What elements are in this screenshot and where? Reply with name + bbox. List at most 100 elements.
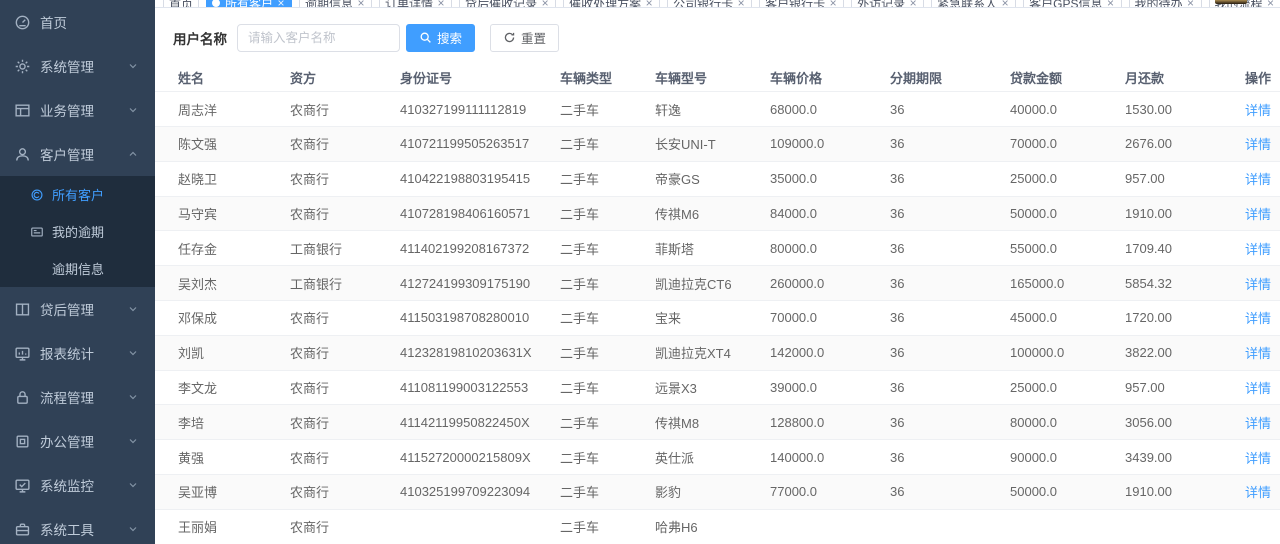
tab-close-icon[interactable]: × bbox=[736, 0, 746, 8]
tab-label: 外访记录 bbox=[857, 0, 905, 8]
cell-loan: 55000.0 bbox=[987, 231, 1102, 266]
cell-loan: 25000.0 bbox=[987, 161, 1102, 196]
cell-price: 35000.0 bbox=[747, 161, 867, 196]
cell-id_no: 411402199208167372 bbox=[377, 231, 537, 266]
avatar[interactable] bbox=[1215, 0, 1247, 4]
tab-close-icon[interactable]: × bbox=[1000, 0, 1010, 8]
tab-4[interactable]: 贷后催收记录× bbox=[459, 0, 556, 8]
sidebar-subitem-1[interactable]: 我的逾期 bbox=[0, 213, 155, 250]
cell-term: 36 bbox=[867, 370, 987, 405]
cell-monthly: 957.00 bbox=[1102, 161, 1222, 196]
reset-button[interactable]: 重置 bbox=[490, 24, 559, 52]
cell-veh_type: 二手车 bbox=[537, 370, 632, 405]
cell-monthly: 2676.00 bbox=[1102, 126, 1222, 161]
cell-veh_model: 宝来 bbox=[632, 300, 747, 335]
sidebar-item-7[interactable]: 办公管理 bbox=[0, 419, 155, 463]
cell-price: 84000.0 bbox=[747, 196, 867, 231]
sidebar-item-0[interactable]: 首页 bbox=[0, 0, 155, 44]
detail-link[interactable]: 详情 bbox=[1245, 277, 1271, 292]
cell-monthly: 1720.00 bbox=[1102, 300, 1222, 335]
chevron-down-icon bbox=[127, 435, 139, 447]
cell-name: 李文龙 bbox=[155, 370, 267, 405]
cell-name: 赵晓卫 bbox=[155, 161, 267, 196]
tab-label: 紧急联系人 bbox=[937, 0, 997, 8]
cell-term: 36 bbox=[867, 126, 987, 161]
detail-link[interactable]: 详情 bbox=[1245, 485, 1271, 500]
sidebar-item-1[interactable]: 系统管理 bbox=[0, 44, 155, 88]
sidebar-item-3[interactable]: 客户管理 bbox=[0, 132, 155, 176]
cell-funder: 工商银行 bbox=[267, 266, 377, 301]
cell-veh_model: 传祺M8 bbox=[632, 405, 747, 440]
sidebar-item-4[interactable]: 贷后管理 bbox=[0, 287, 155, 331]
chart-icon bbox=[14, 345, 31, 362]
sidebar-subitem-label: 所有客户 bbox=[52, 185, 104, 204]
tab-close-icon[interactable]: × bbox=[644, 0, 654, 8]
tab-close-icon[interactable]: × bbox=[1186, 0, 1196, 8]
detail-link[interactable]: 详情 bbox=[1245, 346, 1271, 361]
tab-7[interactable]: 客户银行卡× bbox=[759, 0, 844, 8]
detail-link[interactable]: 详情 bbox=[1245, 172, 1271, 187]
sidebar-item-6[interactable]: 流程管理 bbox=[0, 375, 155, 419]
tab-10[interactable]: 客户GPS信息 × bbox=[1023, 0, 1121, 8]
tab-close-icon[interactable]: × bbox=[276, 0, 286, 8]
search-button[interactable]: 搜索 bbox=[406, 24, 475, 52]
tab-close-icon[interactable]: × bbox=[356, 0, 366, 8]
detail-link[interactable]: 详情 bbox=[1245, 103, 1271, 118]
cell-monthly: 3056.00 bbox=[1102, 405, 1222, 440]
cell-id_no: 41142119950822450X bbox=[377, 405, 537, 440]
tab-label: 客户GPS信息 bbox=[1029, 0, 1102, 8]
tab-3[interactable]: 订单详情× bbox=[379, 0, 452, 8]
tab-0[interactable]: 首页 bbox=[163, 0, 199, 8]
sidebar-item-label: 客户管理 bbox=[40, 144, 127, 164]
col-header-1: 资方 bbox=[267, 64, 377, 92]
active-tab-dot bbox=[212, 0, 220, 7]
detail-link[interactable]: 详情 bbox=[1245, 311, 1271, 326]
cell-veh_type: 二手车 bbox=[537, 474, 632, 509]
sidebar-item-2[interactable]: 业务管理 bbox=[0, 88, 155, 132]
tab-close-icon[interactable]: × bbox=[908, 0, 918, 8]
detail-link[interactable]: 详情 bbox=[1245, 137, 1271, 152]
cell-name: 刘凯 bbox=[155, 335, 267, 370]
table-row: 马守宾农商行410728198406160571二手车传祺M684000.036… bbox=[155, 196, 1280, 231]
table-row: 陈文强农商行410721199505263517二手车长安UNI-T109000… bbox=[155, 126, 1280, 161]
cell-action: 详情 bbox=[1222, 370, 1280, 405]
sidebar-item-5[interactable]: 报表统计 bbox=[0, 331, 155, 375]
cell-veh_type: 二手车 bbox=[537, 266, 632, 301]
tab-close-icon[interactable]: × bbox=[540, 0, 550, 8]
cell-monthly: 957.00 bbox=[1102, 370, 1222, 405]
tab-1[interactable]: 所有客户× bbox=[206, 0, 292, 8]
detail-link[interactable]: 详情 bbox=[1245, 416, 1271, 431]
detail-link[interactable]: 详情 bbox=[1245, 451, 1271, 466]
tab-5[interactable]: 催收处理方案× bbox=[563, 0, 660, 8]
sidebar-item-label: 业务管理 bbox=[40, 100, 127, 120]
tab-close-icon[interactable]: × bbox=[828, 0, 838, 8]
sidebar-subitem-0[interactable]: 所有客户 bbox=[0, 176, 155, 213]
cell-action: 详情 bbox=[1222, 335, 1280, 370]
cell-id_no: 411081199003122553 bbox=[377, 370, 537, 405]
tab-11[interactable]: 我的待办× bbox=[1129, 0, 1202, 8]
tab-8[interactable]: 外访记录× bbox=[851, 0, 924, 8]
refresh-icon bbox=[503, 31, 516, 44]
customer-name-input[interactable] bbox=[237, 24, 400, 52]
tab-2[interactable]: 逾期信息× bbox=[299, 0, 372, 8]
cell-monthly: 3439.00 bbox=[1102, 440, 1222, 475]
detail-link[interactable]: 详情 bbox=[1245, 381, 1271, 396]
cell-loan: 70000.0 bbox=[987, 126, 1102, 161]
tab-close-icon[interactable]: × bbox=[1106, 0, 1116, 8]
sidebar-subitem-2[interactable]: 逾期信息 bbox=[0, 250, 155, 287]
tab-6[interactable]: 公司银行卡× bbox=[667, 0, 752, 8]
tab-close-icon[interactable]: × bbox=[1266, 0, 1276, 8]
cell-name: 陈文强 bbox=[155, 126, 267, 161]
detail-link[interactable]: 详情 bbox=[1245, 207, 1271, 222]
cell-id_no: 411503198708280010 bbox=[377, 300, 537, 335]
col-header-8: 月还款 bbox=[1102, 64, 1222, 92]
detail-link[interactable]: 详情 bbox=[1245, 242, 1271, 257]
tab-9[interactable]: 紧急联系人× bbox=[931, 0, 1016, 8]
monitor-icon bbox=[14, 477, 31, 494]
tab-close-icon[interactable]: × bbox=[436, 0, 446, 8]
cell-price bbox=[747, 509, 867, 544]
sidebar-item-label: 贷后管理 bbox=[40, 299, 127, 319]
sidebar-item-9[interactable]: 系统工具 bbox=[0, 507, 155, 544]
sidebar-item-8[interactable]: 系统监控 bbox=[0, 463, 155, 507]
cell-name: 王丽娟 bbox=[155, 509, 267, 544]
